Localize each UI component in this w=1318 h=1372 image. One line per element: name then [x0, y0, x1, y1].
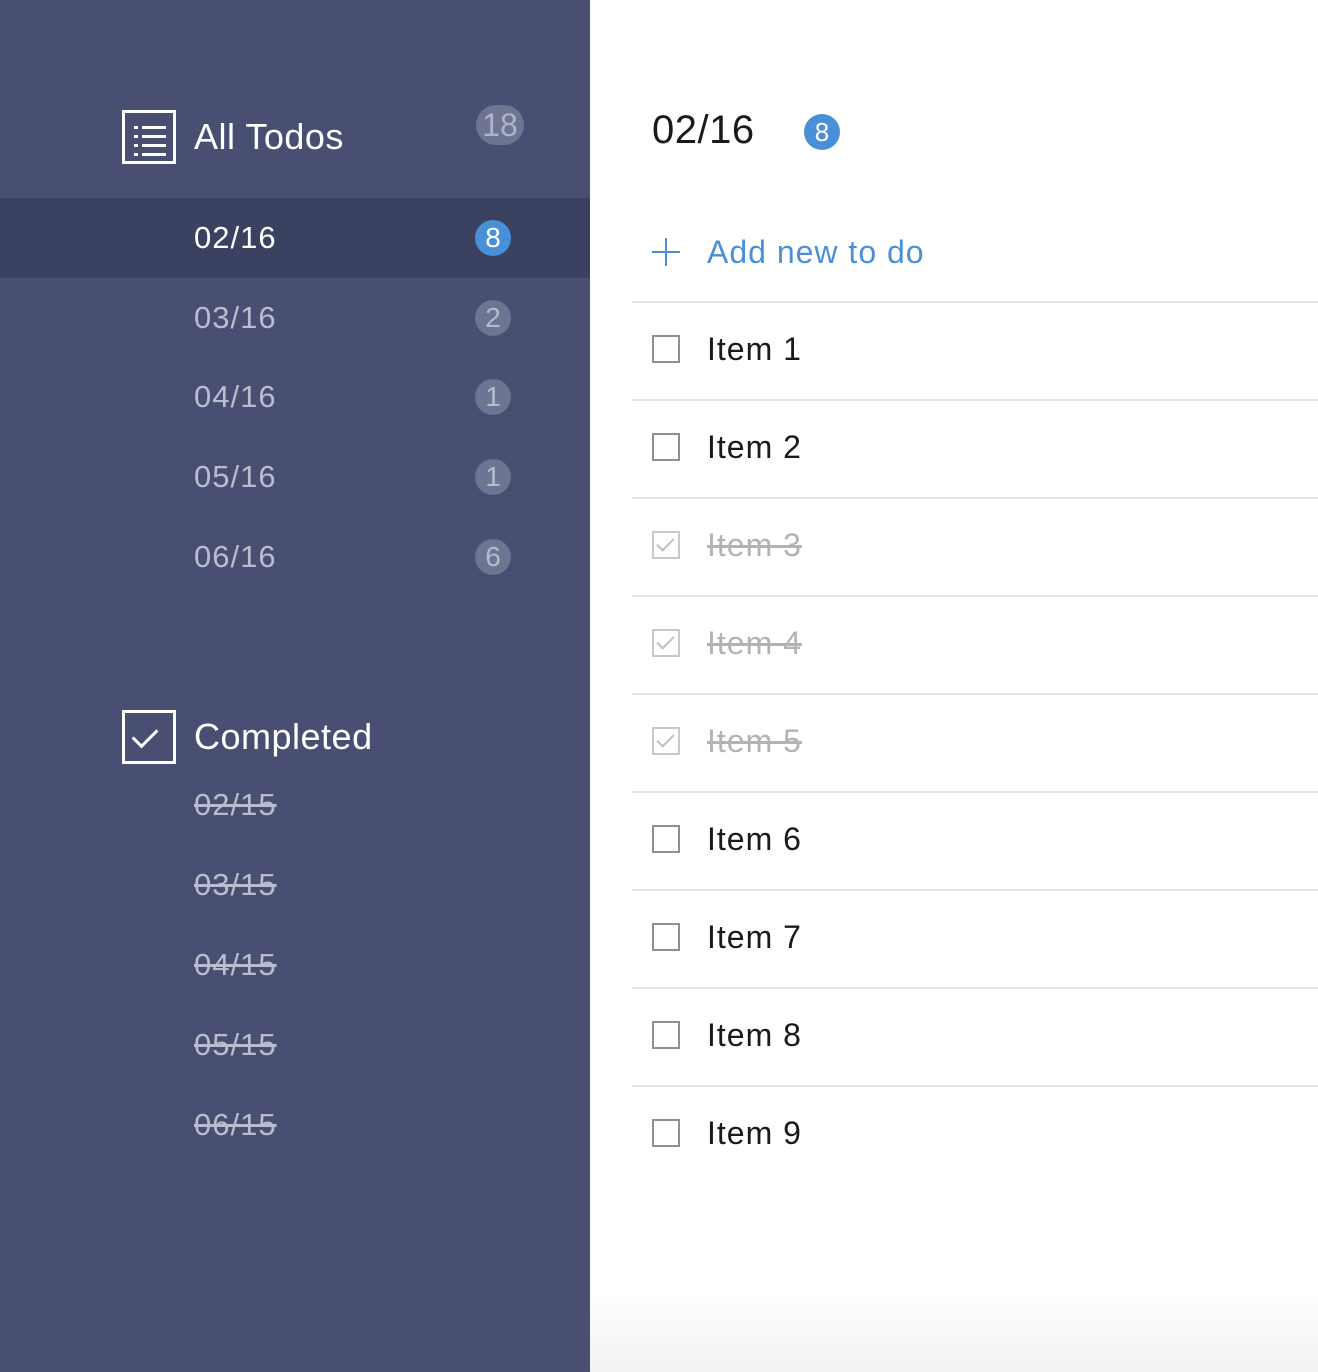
add-todo-button[interactable]: Add new to do — [632, 204, 1318, 303]
sidebar-item-date[interactable]: 02/16 8 — [0, 198, 590, 278]
todo-label: Item 4 — [707, 625, 802, 661]
todo-checkbox[interactable] — [652, 825, 680, 853]
completed-title: Completed — [194, 716, 373, 757]
sidebar-item-date[interactable]: 04/16 1 — [0, 357, 590, 437]
completed-date-item[interactable]: 03/15 — [194, 865, 277, 905]
todo-item: Item 6 — [632, 793, 1318, 891]
count-badge: 8 — [804, 114, 840, 150]
todo-label: Item 7 — [707, 919, 802, 955]
all-todos-header[interactable]: All Todos — [122, 110, 344, 164]
completed-header[interactable]: Completed — [122, 710, 373, 764]
date-label: 05/16 — [194, 459, 277, 494]
date-label: 04/16 — [194, 379, 277, 414]
date-label: 02/16 — [194, 220, 277, 255]
todo-item: Item 7 — [632, 891, 1318, 989]
todo-checkbox[interactable] — [652, 1119, 680, 1147]
todo-checkbox[interactable] — [652, 335, 680, 363]
todo-checkbox[interactable] — [652, 1021, 680, 1049]
date-label: 06/16 — [194, 539, 277, 574]
all-todos-title: All Todos — [194, 116, 344, 157]
date-count-badge: 2 — [475, 300, 511, 336]
todo-label: Item 6 — [707, 821, 802, 857]
todo-checkbox[interactable] — [652, 923, 680, 951]
todo-checkbox[interactable] — [652, 531, 680, 559]
completed-date-item[interactable]: 02/15 — [194, 785, 277, 825]
page-title: 02/16 — [652, 108, 755, 152]
completed-date-item[interactable]: 04/15 — [194, 945, 277, 985]
todo-item: Item 3 — [632, 499, 1318, 597]
main-panel: 02/16 8 Add new to do Item 1 Item 2 Item… — [590, 0, 1318, 1372]
completed-date-item[interactable]: 06/15 — [194, 1105, 277, 1145]
todo-item: Item 8 — [632, 989, 1318, 1087]
checkmark-icon — [656, 533, 675, 552]
todo-label: Item 3 — [707, 527, 802, 563]
date-count-badge: 1 — [475, 459, 511, 495]
checkmark-icon — [656, 631, 675, 650]
todo-label: Item 2 — [707, 429, 802, 465]
todo-item: Item 1 — [632, 303, 1318, 401]
sidebar: All Todos 18 02/16 8 03/16 2 04/16 1 05/… — [0, 0, 590, 1372]
todo-label: Item 5 — [707, 723, 802, 759]
todo-label: Item 1 — [707, 331, 802, 367]
completed-date-item[interactable]: 05/15 — [194, 1025, 277, 1065]
add-todo-label: Add new to do — [707, 234, 925, 270]
plus-icon — [652, 238, 680, 266]
sidebar-item-date[interactable]: 05/16 1 — [0, 437, 590, 517]
date-count-badge: 8 — [475, 220, 511, 256]
todo-label: Item 8 — [707, 1017, 802, 1053]
sidebar-item-date[interactable]: 03/16 2 — [0, 278, 590, 358]
all-todos-count-badge: 18 — [476, 105, 524, 145]
todo-item: Item 5 — [632, 695, 1318, 793]
todo-item: Item 2 — [632, 401, 1318, 499]
list-icon — [122, 110, 176, 164]
todo-item: Item 4 — [632, 597, 1318, 695]
todo-label: Item 9 — [707, 1115, 802, 1151]
checkbox-checked-icon — [122, 710, 176, 764]
date-count-badge: 1 — [475, 379, 511, 415]
todo-item: Item 9 — [632, 1087, 1318, 1185]
sidebar-item-date[interactable]: 06/16 6 — [0, 517, 590, 597]
todo-checkbox[interactable] — [652, 433, 680, 461]
date-count-badge: 6 — [475, 539, 511, 575]
todo-checkbox[interactable] — [652, 727, 680, 755]
todo-checkbox[interactable] — [652, 629, 680, 657]
date-label: 03/16 — [194, 300, 277, 335]
checkmark-icon — [656, 729, 675, 748]
